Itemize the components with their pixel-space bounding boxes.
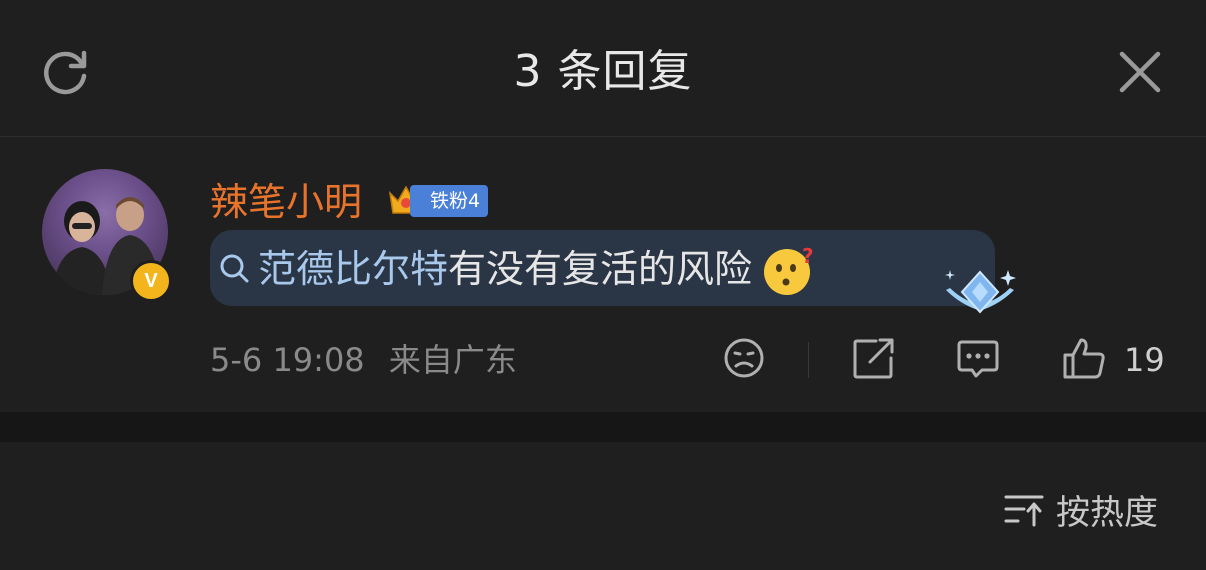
thumbs-up-icon xyxy=(1062,336,1106,384)
dislike-button[interactable] xyxy=(722,337,766,383)
share-icon xyxy=(852,336,896,384)
sad-face-icon xyxy=(722,336,766,384)
comment-icon xyxy=(956,336,1000,384)
section-divider xyxy=(0,412,1206,442)
share-button[interactable] xyxy=(852,337,896,383)
thinking-face-emoji: ? xyxy=(762,243,814,295)
comment-text: 范德比尔特 有没有复活的风险 ? xyxy=(218,241,814,297)
diamond-badge-icon xyxy=(940,264,1020,324)
action-divider xyxy=(808,342,809,378)
sort-icon xyxy=(1004,491,1044,527)
svg-text:?: ? xyxy=(802,244,814,268)
like-count: 19 xyxy=(1124,341,1165,379)
reply-button[interactable] xyxy=(956,337,1000,383)
message-text: 有没有复活的风险 xyxy=(448,247,753,291)
sort-button[interactable]: 按热度 xyxy=(1004,486,1158,533)
fan-badge[interactable]: 铁粉4 xyxy=(386,179,489,223)
timestamp: 5-6 19:08 xyxy=(210,341,365,379)
comment-meta: 5-6 19:08 来自广东 xyxy=(210,337,517,383)
page-title: 3 条回复 xyxy=(513,46,693,97)
sort-label: 按热度 xyxy=(1056,492,1158,533)
location: 来自广东 xyxy=(388,341,517,379)
verified-badge: V xyxy=(130,260,172,302)
search-link[interactable]: 范德比尔特 xyxy=(258,241,448,297)
close-icon[interactable] xyxy=(1112,44,1168,100)
reply-sheet-header: 3 条回复 xyxy=(0,0,1206,137)
comment-item: V 辣笔小明 铁粉4 范德比尔特 有没有复活的风险 ? 5-6 19:08 来自… xyxy=(0,137,1206,412)
search-icon xyxy=(218,252,252,286)
fan-badge-label: 铁粉4 xyxy=(410,185,489,217)
username[interactable]: 辣笔小明 xyxy=(210,179,362,225)
like-button[interactable]: 19 xyxy=(1062,337,1165,383)
